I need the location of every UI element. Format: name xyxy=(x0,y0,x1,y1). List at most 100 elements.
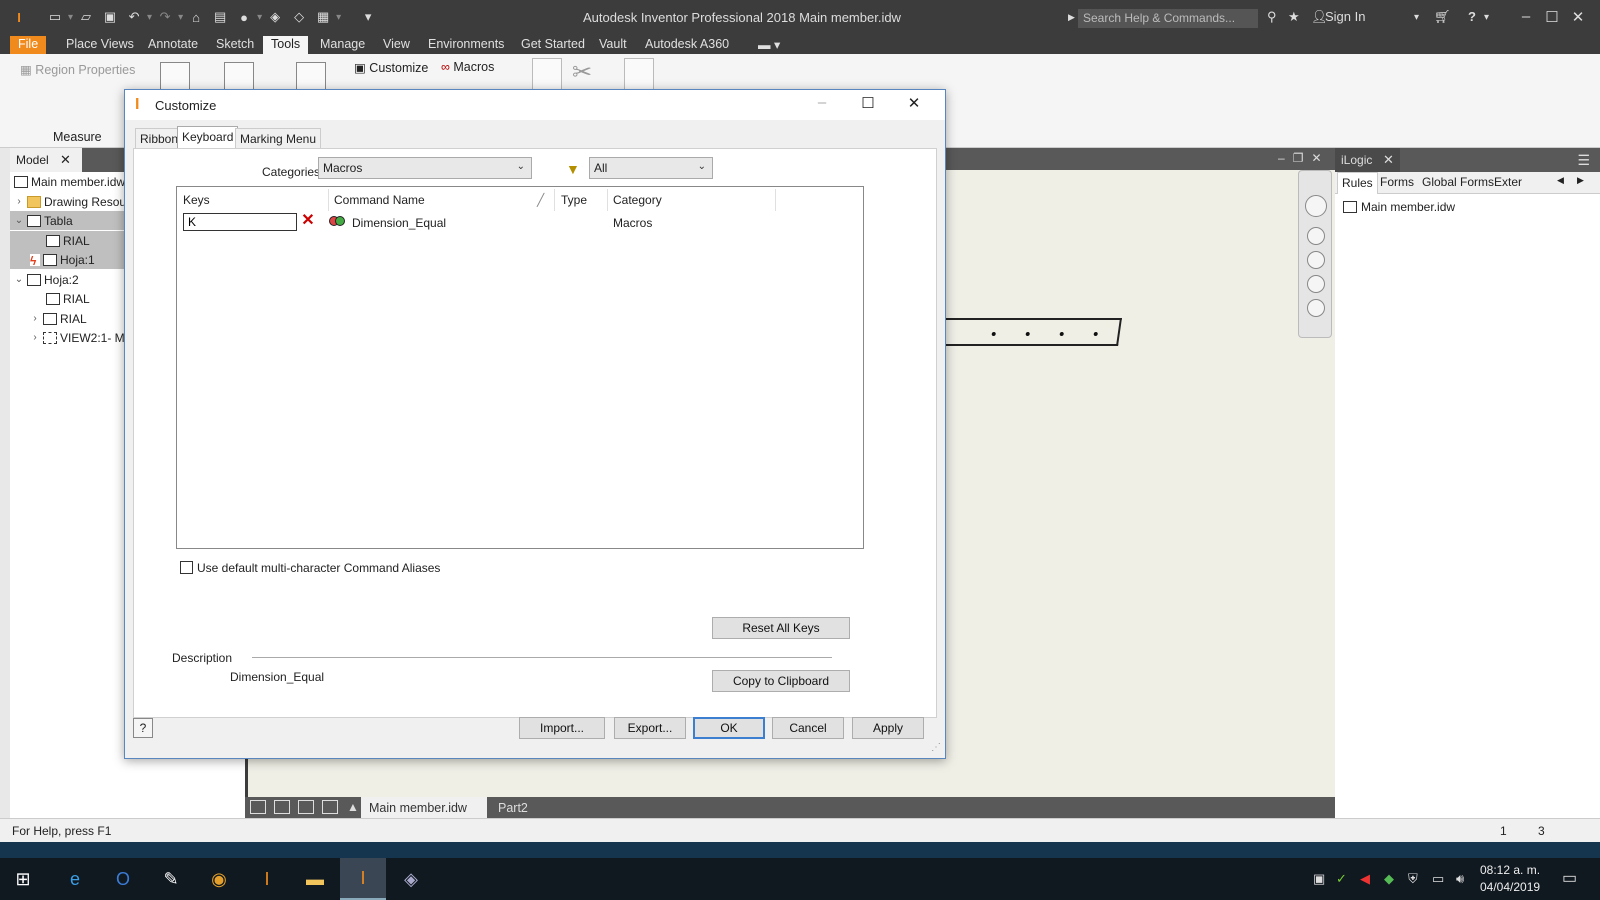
inventor-active-taskbar-icon[interactable]: I xyxy=(340,858,386,900)
customize-button[interactable]: ▣ Customize xyxy=(354,60,428,75)
tab-vault[interactable]: Vault xyxy=(591,36,635,54)
undo-icon[interactable]: ↶ xyxy=(125,8,143,26)
save-icon[interactable]: ▣ xyxy=(101,8,119,26)
app-launcher-icon[interactable]: ◈ xyxy=(388,858,434,900)
favorites-star-icon[interactable]: ★ xyxy=(1288,9,1300,25)
appearance-icon[interactable]: ● xyxy=(235,8,253,26)
column-header-command-name[interactable]: Command Name xyxy=(334,193,425,207)
sign-in-link[interactable]: Sign In xyxy=(1325,9,1365,24)
import-button[interactable]: Import... xyxy=(519,717,605,739)
macros-button[interactable]: ∞ Macros xyxy=(441,60,494,74)
expand-icon[interactable]: › xyxy=(30,313,40,324)
command-aliases-checkbox[interactable] xyxy=(180,561,193,574)
tab-rules[interactable]: Rules xyxy=(1337,172,1378,194)
reset-all-keys-button[interactable]: Reset All Keys xyxy=(712,617,850,639)
tab-view[interactable]: View xyxy=(375,36,418,54)
restore-icon[interactable]: ❐ xyxy=(1293,151,1304,165)
expand-icon[interactable]: › xyxy=(14,196,24,207)
tab-file[interactable]: File xyxy=(10,36,47,54)
column-divider[interactable] xyxy=(775,189,776,211)
close-icon[interactable]: ✕ xyxy=(1568,8,1588,26)
copy-icon[interactable] xyxy=(532,58,562,90)
tile-horizontal-icon[interactable] xyxy=(298,800,314,814)
dropdown-arrow-icon[interactable]: ▾ xyxy=(147,12,152,23)
ribbon-display-toggle-icon[interactable]: ▬ ▾ xyxy=(750,36,788,54)
minimize-icon[interactable]: – xyxy=(1278,151,1285,165)
action-center-icon[interactable]: ▭ xyxy=(1562,868,1577,888)
expand-arrow-icon[interactable]: ▶ xyxy=(1068,12,1075,23)
tab-marking-menu[interactable]: Marking Menu xyxy=(235,128,322,148)
browser-tab-model[interactable]: Model xyxy=(10,148,82,172)
open-folder-icon[interactable]: ▱ xyxy=(77,8,95,26)
menu-icon[interactable]: ☰ xyxy=(1577,152,1590,169)
tray-volume-icon[interactable]: 🔊︎ xyxy=(1456,871,1464,887)
filter-select[interactable]: All ⌄ xyxy=(589,157,713,179)
help-icon[interactable]: ? xyxy=(1468,9,1476,24)
column-divider[interactable] xyxy=(607,189,608,211)
zoom-icon[interactable] xyxy=(1307,251,1325,269)
paste-icon[interactable] xyxy=(624,58,654,90)
zoom-window-icon[interactable] xyxy=(1307,299,1325,317)
tray-monitor-icon[interactable]: ▭ xyxy=(1432,871,1444,887)
tree-item-drawing-resources[interactable]: › Drawing Resour xyxy=(14,192,130,211)
tab-environments[interactable]: Environments xyxy=(420,36,512,54)
tree-item-rial-title-block[interactable]: › RIAL xyxy=(30,309,86,328)
measure-icon[interactable]: ◇ xyxy=(290,8,308,26)
column-divider[interactable] xyxy=(328,189,329,211)
doc-tab-main-member[interactable]: Main member.idw ✕ xyxy=(361,797,487,830)
key-input[interactable] xyxy=(183,213,297,231)
home-icon[interactable]: ⌂ xyxy=(187,8,205,26)
tab-global-forms[interactable]: Global Forms xyxy=(1422,175,1494,189)
maximize-icon[interactable]: ☐ xyxy=(853,94,883,112)
tree-item-root[interactable]: Main member.idw xyxy=(14,172,125,191)
new-file-icon[interactable]: ▭ xyxy=(46,8,64,26)
steering-wheel-icon[interactable] xyxy=(1305,195,1327,217)
clear-key-icon[interactable]: ✕ xyxy=(300,213,316,231)
tray-app-icon[interactable]: ◆ xyxy=(1384,871,1394,887)
outlook-icon[interactable]: O xyxy=(100,858,146,900)
dropdown-arrow-icon[interactable]: ▾ xyxy=(68,12,73,23)
chrome-icon[interactable]: ◉ xyxy=(196,858,242,900)
help-dropdown-icon[interactable]: ▾ xyxy=(1484,12,1489,23)
tray-security-icon[interactable]: ✓ xyxy=(1336,871,1347,887)
minimize-icon[interactable]: – xyxy=(1516,8,1536,25)
column-header-keys[interactable]: Keys xyxy=(183,193,210,207)
resize-grip-icon[interactable]: ⋰ xyxy=(931,742,941,753)
inventor-taskbar-icon[interactable]: I xyxy=(244,858,290,900)
tab-manage[interactable]: Manage xyxy=(312,36,373,54)
categories-select[interactable]: Macros ⌄ xyxy=(318,157,532,179)
export-button[interactable]: Export... xyxy=(614,717,686,739)
cancel-button[interactable]: Cancel xyxy=(772,717,844,739)
pan-icon[interactable] xyxy=(1307,227,1325,245)
file-explorer-icon[interactable]: ▬ xyxy=(292,858,338,900)
dropdown-arrow-icon[interactable]: ▾ xyxy=(178,12,183,23)
tab-external[interactable]: Exter xyxy=(1494,175,1522,189)
windows-start-icon[interactable]: ⊞ xyxy=(0,858,46,900)
zoom-all-icon[interactable] xyxy=(1307,275,1325,293)
dropdown-arrow-icon[interactable]: ▾ xyxy=(336,12,341,23)
document-list-icon[interactable]: ▲ xyxy=(347,800,359,814)
tab-keyboard[interactable]: Keyboard xyxy=(177,126,239,148)
collapse-icon[interactable]: ⌄ xyxy=(14,274,24,285)
tab-autodesk-a360[interactable]: Autodesk A360 xyxy=(637,36,737,54)
search-input[interactable]: Search Help & Commands... xyxy=(1078,9,1258,28)
column-divider[interactable] xyxy=(554,189,555,211)
tile-vertical-icon[interactable] xyxy=(322,800,338,814)
tray-shield-icon[interactable]: ⛨ xyxy=(1408,871,1418,887)
expand-icon[interactable]: › xyxy=(30,332,40,343)
tree-item-rial[interactable]: RIAL xyxy=(10,231,125,250)
sign-in-dropdown-icon[interactable]: ▾ xyxy=(1414,12,1419,23)
update-icon[interactable]: ◈ xyxy=(266,8,284,26)
tree-item-view2[interactable]: › VIEW2:1- Ma xyxy=(30,328,131,347)
tree-item-tabla[interactable]: ⌄ Tabla xyxy=(10,211,125,230)
tab-annotate[interactable]: Annotate xyxy=(140,36,206,54)
redo-icon[interactable]: ↷ xyxy=(156,8,174,26)
column-header-type[interactable]: Type xyxy=(561,193,587,207)
tab-forms[interactable]: Forms xyxy=(1380,175,1414,189)
tab-ribbon[interactable]: Ribbon xyxy=(135,128,184,148)
cut-icon[interactable]: ✂ xyxy=(572,58,592,87)
close-icon[interactable]: ✕ xyxy=(60,152,71,168)
notepad-icon[interactable]: ✎ xyxy=(148,858,194,900)
internet-explorer-icon[interactable]: e xyxy=(52,858,98,900)
close-icon[interactable]: ✕ xyxy=(899,94,929,112)
